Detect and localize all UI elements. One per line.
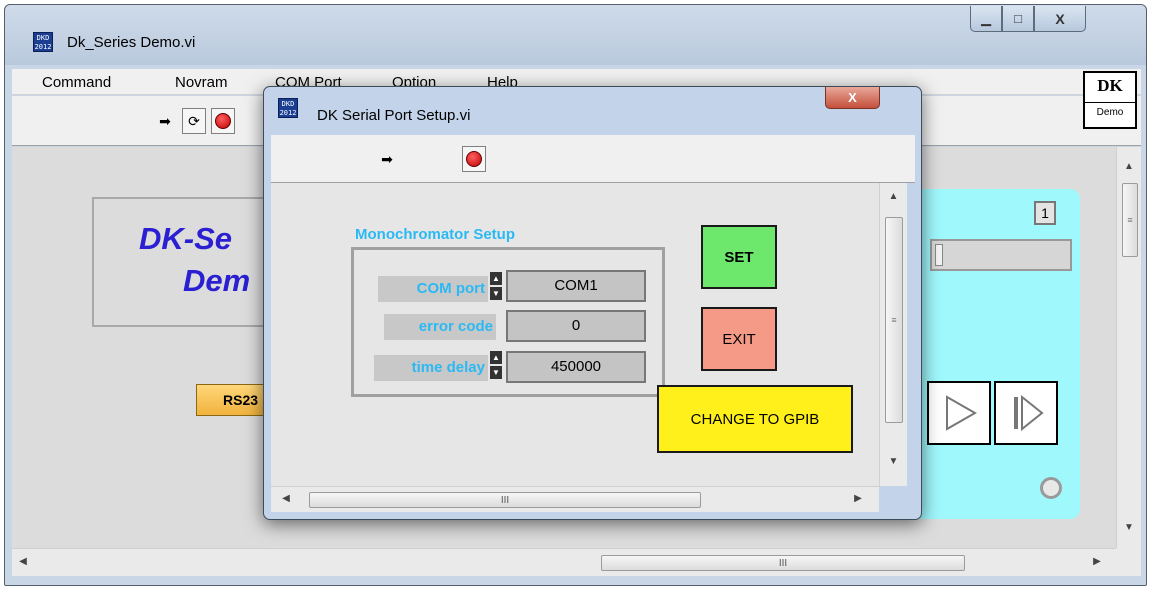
scroll-right-icon[interactable]: ▶: [1092, 556, 1102, 567]
dialog-horizontal-scrollbar[interactable]: ◀ III ▶: [271, 486, 879, 512]
spin-down-icon[interactable]: ▼: [490, 287, 502, 300]
grip-icon: III: [778, 557, 788, 569]
scroll-up-icon[interactable]: ▲: [880, 191, 907, 202]
main-vertical-scrollbar[interactable]: ▲ ≡ ▼: [1116, 147, 1141, 548]
play-icon: [946, 395, 978, 431]
main-titlebar[interactable]: DKD 2012 Dk_Series Demo.vi ▁ □ X: [5, 5, 1146, 65]
main-hscroll-thumb[interactable]: III: [601, 555, 965, 571]
error-code-label: error code: [384, 314, 496, 340]
time-delay-spinner[interactable]: ▲ ▼: [490, 351, 502, 379]
set-button[interactable]: SET: [701, 225, 777, 289]
dialog-vertical-scrollbar[interactable]: ▲ ≡ ▼: [879, 183, 907, 486]
exit-button[interactable]: EXIT: [701, 307, 777, 371]
app-icon: DKD 2012: [33, 32, 53, 52]
scroll-left-icon[interactable]: ◀: [18, 556, 28, 567]
scroll-right-icon[interactable]: ▶: [853, 493, 863, 504]
scroll-up-icon[interactable]: ▲: [1117, 161, 1141, 172]
scroll-down-icon[interactable]: ▼: [880, 456, 907, 467]
error-code-field: 0: [506, 310, 646, 342]
dialog-panel: Monochromator Setup COM port ▲ ▼ COM1 er…: [271, 183, 879, 486]
com-port-field[interactable]: COM1: [506, 270, 646, 302]
busy-ring-icon: [1040, 477, 1062, 499]
dialog-run-button[interactable]: ➡: [375, 146, 399, 172]
spin-down-icon[interactable]: ▼: [490, 366, 502, 379]
play-button[interactable]: [927, 381, 991, 445]
com-port-label: COM port: [378, 276, 488, 302]
time-delay-field[interactable]: 450000: [506, 351, 646, 383]
dialog-title: DK Serial Port Setup.vi: [317, 107, 471, 124]
dialog-app-icon: DKD 2012: [278, 98, 298, 118]
run-arrow-icon: ➡: [381, 150, 393, 167]
title-line-2: Dem: [183, 263, 251, 298]
menu-novram[interactable]: Novram: [175, 74, 228, 91]
time-delay-label: time delay: [374, 355, 488, 381]
main-window-title: Dk_Series Demo.vi: [67, 34, 196, 51]
grip-icon: ≡: [891, 315, 897, 325]
maximize-button[interactable]: □: [1002, 6, 1034, 32]
dialog-hscroll-thumb[interactable]: III: [309, 492, 701, 508]
dialog-close-button[interactable]: X: [825, 87, 880, 109]
run-arrow-icon: ➡: [159, 112, 171, 129]
close-icon: X: [848, 90, 857, 105]
minimize-icon: ▁: [981, 10, 991, 26]
close-icon: X: [1055, 10, 1065, 27]
slider-thumb[interactable]: [935, 244, 943, 266]
abort-button[interactable]: [211, 108, 235, 134]
control-panel: 1: [912, 189, 1080, 519]
dialog-abort-button[interactable]: [462, 146, 486, 172]
spin-up-icon[interactable]: ▲: [490, 351, 502, 364]
maximize-icon: □: [1014, 11, 1022, 26]
close-button[interactable]: X: [1034, 6, 1086, 32]
stop-icon: [466, 151, 482, 167]
run-continuous-icon: ⟳: [188, 112, 200, 129]
dk-logo: DK Demo: [1083, 71, 1137, 129]
setup-box: COM port ▲ ▼ COM1 error code 0 time dela…: [351, 247, 665, 397]
digit-display: 1: [1034, 201, 1056, 225]
main-vscroll-thumb[interactable]: ≡: [1122, 183, 1138, 257]
run-button[interactable]: ➡: [153, 108, 177, 134]
title-line-1: DK-Se: [139, 221, 233, 256]
minimize-button[interactable]: ▁: [970, 6, 1002, 32]
step-button[interactable]: [994, 381, 1058, 445]
logo-subtitle: Demo: [1096, 107, 1124, 118]
position-slider[interactable]: [930, 239, 1072, 271]
change-to-gpib-button[interactable]: CHANGE TO GPIB: [657, 385, 853, 453]
serial-setup-dialog: DKD 2012 DK Serial Port Setup.vi X ➡ Mono…: [263, 86, 922, 520]
run-continuous-button[interactable]: ⟳: [182, 108, 206, 134]
dialog-toolbar: ➡: [271, 135, 915, 183]
scroll-down-icon[interactable]: ▼: [1117, 522, 1141, 533]
step-icon: [1014, 394, 1044, 432]
scroll-left-icon[interactable]: ◀: [281, 493, 291, 504]
menu-command[interactable]: Command: [42, 74, 111, 91]
com-port-spinner[interactable]: ▲ ▼: [490, 272, 502, 300]
spin-up-icon[interactable]: ▲: [490, 272, 502, 285]
logo-title: DK: [1085, 73, 1135, 103]
resize-grip[interactable]: [1116, 548, 1141, 576]
dialog-vscroll-thumb[interactable]: ≡: [885, 217, 903, 423]
grip-icon: ≡: [1127, 215, 1133, 225]
stop-icon: [215, 113, 231, 129]
grip-icon: III: [500, 494, 510, 506]
main-horizontal-scrollbar[interactable]: ◀ III ▶: [12, 548, 1116, 576]
setup-title: Monochromator Setup: [355, 226, 515, 243]
